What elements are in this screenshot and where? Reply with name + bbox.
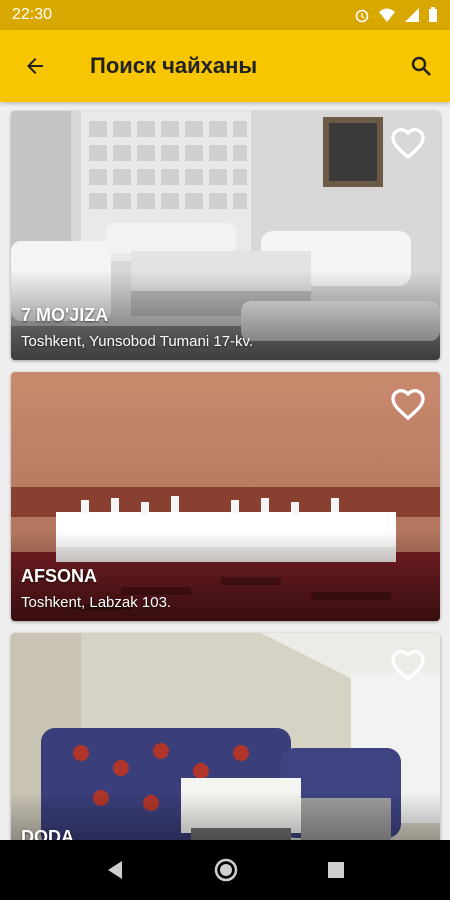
battery-icon	[429, 7, 437, 22]
nav-back-icon[interactable]	[104, 859, 126, 881]
teahouse-name: 7 MO'JIZA	[21, 305, 109, 325]
nav-home-icon[interactable]	[213, 857, 239, 883]
alarm-icon	[355, 9, 369, 23]
wifi-icon	[379, 8, 395, 22]
app-bar: Поиск чайханы	[0, 30, 450, 102]
favorite-heart-icon[interactable]	[388, 384, 428, 424]
teahouse-address: Toshkent, Labzak 103.	[21, 594, 172, 611]
card-gradient	[11, 792, 440, 840]
search-icon	[411, 56, 431, 76]
teahouse-name: DODA	[21, 827, 74, 840]
favorite-heart-icon[interactable]	[388, 645, 428, 685]
status-bar: 22:30	[0, 0, 450, 30]
arrow-back-icon	[27, 58, 43, 74]
page-title: Поиск чайханы	[90, 53, 258, 78]
teahouse-list[interactable]: 7 MO'JIZA Toshkent, Yunsobod Tumani 17-k…	[0, 102, 450, 840]
teahouse-card[interactable]: 7 MO'JIZA Toshkent, Yunsobod Tumani 17-k…	[11, 111, 440, 360]
search-button[interactable]	[392, 30, 450, 102]
status-time: 22:30	[12, 6, 53, 23]
back-button[interactable]	[0, 30, 70, 102]
teahouse-address: Toshkent, Yunsobod Tumani 17-kv.	[21, 333, 254, 350]
status-icons	[354, 7, 438, 23]
teahouse-card[interactable]: AFSONA Toshkent, Labzak 103.	[11, 372, 440, 621]
teahouse-card[interactable]: DODA	[11, 633, 440, 840]
system-nav-bar	[0, 840, 450, 900]
favorite-heart-icon[interactable]	[388, 123, 428, 163]
teahouse-name: AFSONA	[21, 566, 97, 586]
signal-icon	[405, 8, 419, 22]
nav-recents-icon[interactable]	[326, 860, 346, 880]
